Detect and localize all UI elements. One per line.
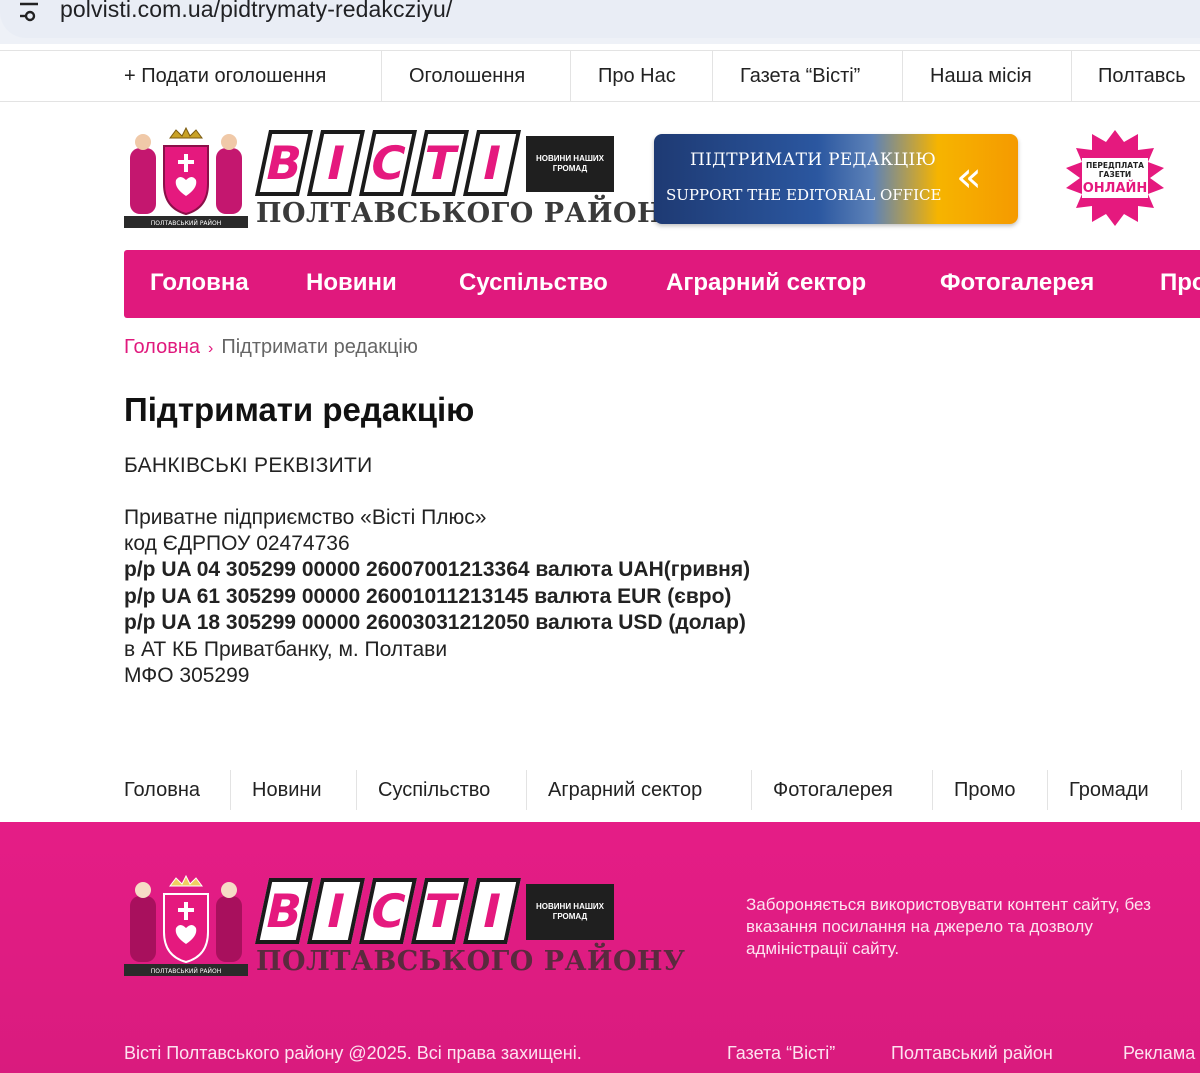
logo-letter: С [358, 878, 418, 944]
logo-tagline: НОВИНИ НАШИХ ГРОМАД [526, 136, 614, 192]
logo-letter: С [358, 130, 418, 196]
url-text[interactable]: polvisti.com.ua/pidtrymaty-redakcziyu/ [60, 0, 452, 23]
logo-letter: І [306, 130, 366, 196]
logo-tagline: НОВИНИ НАШИХ ГРОМАД [526, 884, 614, 940]
mfo-code: МФО 305299 [124, 664, 250, 687]
divider [570, 51, 571, 101]
copyright-notice: Забороняється використовувати контент са… [746, 895, 1151, 958]
top-menu-mission[interactable]: Наша місія [930, 51, 1032, 101]
svg-text:ПОЛТАВСЬКИЙ РАЙОН: ПОЛТАВСЬКИЙ РАЙОН [151, 968, 222, 975]
footer-nav: Головна Новини Суспільство Аграрний сект… [0, 768, 1200, 812]
divider [381, 51, 382, 101]
logo-letter: Т [410, 130, 470, 196]
top-menu-ads[interactable]: Оголошення [409, 51, 525, 101]
logo-letter: В [254, 130, 314, 196]
nav-about[interactable]: Про [1160, 250, 1200, 318]
top-menu-poltava[interactable]: Полтавсь [1098, 51, 1186, 101]
bank-name: в АТ КБ Приватбанку, м. Полтави [124, 638, 448, 661]
footer-nav-home[interactable]: Головна [124, 768, 200, 812]
footer-copyright: Вісті Полтавського району @2025. Всі пра… [124, 1043, 582, 1063]
top-menu-newspaper[interactable]: Газета “Вісті” [740, 51, 860, 101]
subscribe-online-badge[interactable]: ПЕРЕДПЛАТА ГАЗЕТИ ОНЛАЙН [1062, 128, 1168, 228]
top-menu-submit-ad[interactable]: + Подати оголошення [124, 51, 326, 101]
footer-link-newspaper[interactable]: Газета “Вісті” [727, 1043, 835, 1064]
footer-nav-society[interactable]: Суспільство [378, 768, 490, 812]
nav-news[interactable]: Новини [306, 250, 397, 318]
breadcrumb-separator: › [208, 340, 214, 357]
coat-of-arms-icon: ПОЛТАВСЬКИЙ РАЙОН [124, 126, 248, 228]
browser-address-bar: polvisti.com.ua/pidtrymaty-redakcziyu/ [0, 0, 1200, 44]
svg-text:ОНЛАЙН: ОНЛАЙН [1083, 180, 1148, 196]
company-name: Приватне підприємство «Вісті Плюс» [124, 506, 487, 529]
footer-nav-photogallery[interactable]: Фотогалерея [773, 768, 893, 812]
support-banner-subtitle: SUPPORT THE EDITORIAL OFFICE [666, 186, 942, 204]
svg-text:ГАЗЕТИ: ГАЗЕТИ [1099, 170, 1131, 179]
support-editorial-banner[interactable]: ПІДТРИМАТИ РЕДАКЦІЮ SUPPORT THE EDITORIA… [654, 134, 1018, 224]
logo-wordmark: В І С Т І НОВИНИ НАШИХ ГРОМАД [254, 130, 616, 200]
footer-nav-news[interactable]: Новини [252, 768, 322, 812]
footer-link-advertising[interactable]: Реклама [1123, 1043, 1195, 1064]
divider [751, 770, 752, 810]
top-menu: + Подати оголошення Оголошення Про Нас Г… [0, 50, 1200, 102]
divider [712, 51, 713, 101]
nav-home[interactable]: Головна [150, 250, 249, 318]
logo-letter: В [254, 878, 314, 944]
tune-icon[interactable] [8, 0, 42, 26]
breadcrumb-current: Підтримати редакцію [221, 336, 418, 358]
nav-agriculture[interactable]: Аграрний сектор [666, 250, 866, 318]
logo-letter: І [306, 878, 366, 944]
page-title: Підтримати редакцію [124, 391, 475, 428]
divider [526, 770, 527, 810]
footer-nav-agriculture[interactable]: Аграрний сектор [548, 768, 702, 812]
nav-photogallery[interactable]: Фотогалерея [940, 250, 1094, 318]
divider [1071, 51, 1072, 101]
footer-link-district[interactable]: Полтавський район [891, 1043, 1053, 1064]
coat-of-arms-icon: ПОЛТАВСЬКИЙ РАЙОН [124, 874, 248, 976]
breadcrumb-home-link[interactable]: Головна [124, 336, 200, 358]
divider [356, 770, 357, 810]
svg-text:ПЕРЕДПЛАТА: ПЕРЕДПЛАТА [1086, 161, 1144, 170]
footer-logo-wordmark: В І С Т І НОВИНИ НАШИХ ГРОМАД [254, 878, 616, 948]
account-uah: р/р UA 04 305299 00000 26007001213364 ва… [124, 558, 751, 581]
divider [932, 770, 933, 810]
footer-nav-promo[interactable]: Промо [954, 768, 1016, 812]
divider [902, 51, 903, 101]
breadcrumb: Головна › Підтримати редакцію [124, 336, 418, 359]
logo-letter: І [462, 878, 522, 944]
main-nav: Головна Новини Суспільство Аграрний сект… [124, 250, 1200, 318]
logo-subtitle: ПОЛТАВСЬКОГО РАЙОНУ [256, 198, 686, 229]
top-menu-about[interactable]: Про Нас [598, 51, 676, 101]
divider [1181, 770, 1182, 810]
svg-text:ПОЛТАВСЬКИЙ РАЙОН: ПОЛТАВСЬКИЙ РАЙОН [151, 220, 222, 227]
footer-nav-communities[interactable]: Громади [1069, 768, 1149, 812]
support-banner-title: ПІДТРИМАТИ РЕДАКЦІЮ [690, 150, 937, 170]
double-chevron-left-icon: « [956, 152, 982, 201]
account-eur: р/р UA 61 305299 00000 26001011213145 ва… [124, 585, 732, 608]
edrpou-code: код ЄДРПОУ 02474736 [124, 532, 350, 555]
account-usd: р/р UA 18 305299 00000 26003031212050 ва… [124, 611, 746, 634]
bank-details-heading: БАНКІВСЬКІ РЕКВІЗИТИ [124, 454, 373, 477]
nav-society[interactable]: Суспільство [459, 250, 608, 318]
divider [1047, 770, 1048, 810]
logo-letter: Т [410, 878, 470, 944]
divider [230, 770, 231, 810]
footer-logo-subtitle: ПОЛТАВСЬКОГО РАЙОНУ [256, 946, 686, 977]
logo-letter: І [462, 130, 522, 196]
site-footer: ПОЛТАВСЬКИЙ РАЙОН В І С Т І НОВИНИ НАШИХ… [0, 822, 1200, 1073]
